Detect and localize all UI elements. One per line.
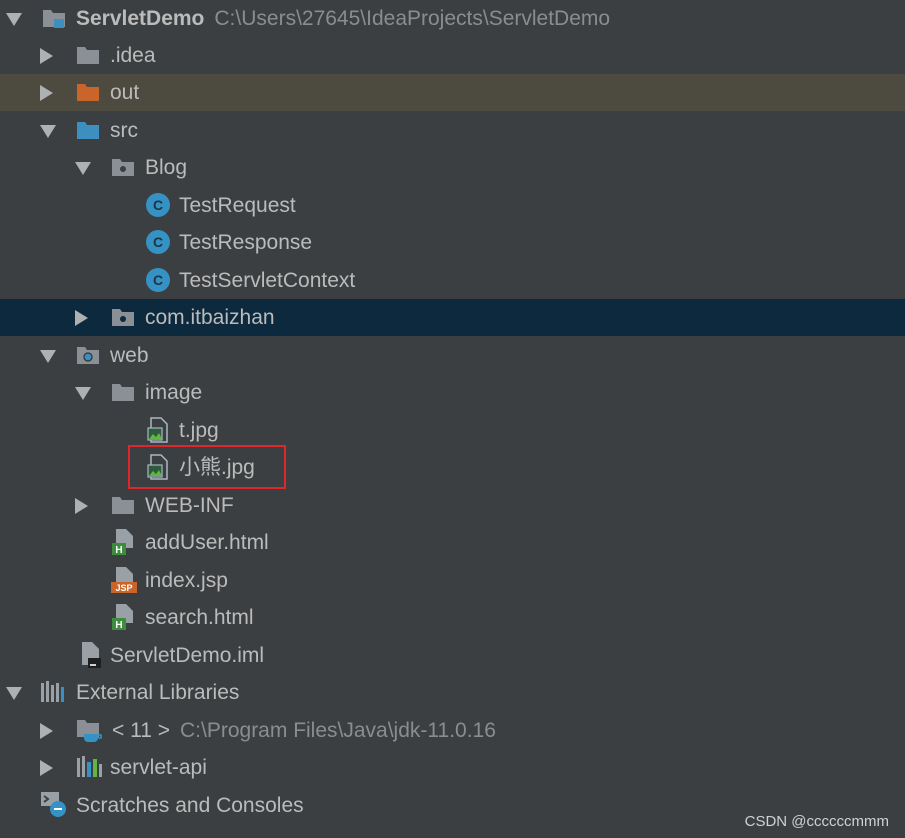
tree-node-testresponse[interactable]: C TestResponse xyxy=(0,224,905,261)
tree-label: TestRequest xyxy=(179,194,296,217)
html-file-icon: H xyxy=(112,529,133,556)
folder-icon xyxy=(112,497,134,514)
tree-node-image[interactable]: image xyxy=(0,374,905,411)
scratches-icon xyxy=(41,792,66,817)
tree-node-servlet-api[interactable]: servlet-api xyxy=(0,749,905,786)
tree-node-blog[interactable]: Blog xyxy=(0,149,905,186)
tree-label: src xyxy=(110,119,138,142)
jsp-file-icon: JSP xyxy=(111,567,137,593)
chevron-right-icon[interactable] xyxy=(75,310,88,326)
svg-text:H: H xyxy=(115,545,122,556)
tree-label: TestServletContext xyxy=(179,269,356,292)
tree-label: Scratches and Consoles xyxy=(76,794,304,817)
chevron-down-icon[interactable] xyxy=(6,13,22,26)
tree-label: WEB-INF xyxy=(145,494,234,517)
jdk-path: C:\Program Files\Java\jdk-11.0.16 xyxy=(180,719,496,742)
tree-node-servletdemo[interactable]: ServletDemo C:\Users\27645\IdeaProjects\S… xyxy=(0,0,905,37)
java-class-icon: C xyxy=(146,268,170,292)
excluded-folder-icon xyxy=(77,84,99,101)
svg-text:JSP: JSP xyxy=(115,583,132,593)
library-icon xyxy=(77,756,102,777)
tree-label: t.jpg xyxy=(179,419,219,442)
watermark: CSDN @ccccccmmm xyxy=(744,813,889,830)
tree-node-jdk[interactable]: < 11 > C:\Program Files\Java\jdk-11.0.16 xyxy=(0,712,905,749)
tree-label: addUser.html xyxy=(145,531,269,554)
source-folder-icon xyxy=(77,122,99,139)
html-file-icon: H xyxy=(112,604,133,631)
chevron-right-icon[interactable] xyxy=(40,760,53,776)
chevron-down-icon[interactable] xyxy=(40,350,56,363)
tree-label: .idea xyxy=(110,44,156,67)
web-folder-icon xyxy=(77,347,99,364)
tree-label: web xyxy=(110,344,149,367)
module-file-icon xyxy=(82,642,101,668)
tree-node-external-libraries[interactable]: External Libraries xyxy=(0,674,905,711)
folder-icon xyxy=(112,384,134,401)
tree-node-adduser-html[interactable]: H addUser.html xyxy=(0,524,905,561)
chevron-right-icon[interactable] xyxy=(75,498,88,514)
jdk-name: < 11 > xyxy=(112,719,170,742)
tree-node-testservletcontext[interactable]: C TestServletContext xyxy=(0,262,905,299)
project-path: C:\Users\27645\IdeaProjects\ServletDemo xyxy=(214,7,611,30)
tree-label: com.itbaizhan xyxy=(145,306,275,329)
java-class-icon: C xyxy=(146,193,170,217)
tree-node-search-html[interactable]: H search.html xyxy=(0,599,905,636)
package-icon xyxy=(112,159,134,176)
chevron-right-icon[interactable] xyxy=(40,48,53,64)
tree-label: ServletDemo.iml xyxy=(110,644,265,667)
folder-icon xyxy=(77,47,99,64)
tree-label: TestResponse xyxy=(179,231,313,254)
tree-node-src[interactable]: src xyxy=(0,112,905,149)
svg-text:H: H xyxy=(115,620,122,631)
tree-node-com-itbaizhan[interactable]: com.itbaizhan xyxy=(0,299,905,336)
tree-node-web-inf[interactable]: WEB-INF xyxy=(0,487,905,524)
svg-text:C: C xyxy=(153,197,163,213)
tree-node-testrequest[interactable]: C TestRequest xyxy=(0,187,905,224)
tree-label: Blog xyxy=(145,156,188,179)
tree-label: out xyxy=(110,81,140,104)
chevron-down-icon[interactable] xyxy=(75,387,91,400)
tree-label: External Libraries xyxy=(76,681,240,704)
tree-label: image xyxy=(145,381,203,404)
tree-node-t-jpg[interactable]: t.jpg xyxy=(0,412,905,449)
tree-label: search.html xyxy=(145,606,254,629)
tree-node-servletdemo-iml[interactable]: ServletDemo.iml xyxy=(0,637,905,674)
chevron-right-icon[interactable] xyxy=(40,85,53,101)
svg-text:C: C xyxy=(153,234,163,250)
svg-text:C: C xyxy=(153,272,163,288)
tree-node-index-jsp[interactable]: JSP index.jsp xyxy=(0,562,905,599)
tree-node-web[interactable]: web xyxy=(0,337,905,374)
image-file-icon xyxy=(147,417,168,443)
tree-node-out[interactable]: out xyxy=(0,74,905,111)
chevron-down-icon[interactable] xyxy=(6,687,22,700)
tree-label: servlet-api xyxy=(110,756,207,779)
libraries-icon xyxy=(41,681,64,702)
chevron-down-icon[interactable] xyxy=(40,125,56,138)
tree-label: index.jsp xyxy=(145,569,228,592)
package-icon xyxy=(112,309,134,326)
project-folder-icon xyxy=(43,10,65,28)
tree-node-idea[interactable]: .idea xyxy=(0,37,905,74)
project-name: ServletDemo xyxy=(76,7,205,30)
chevron-right-icon[interactable] xyxy=(40,723,53,739)
highlight-box xyxy=(128,445,286,489)
chevron-down-icon[interactable] xyxy=(75,162,91,175)
jdk-folder-icon xyxy=(77,720,102,742)
java-class-icon: C xyxy=(146,230,170,254)
